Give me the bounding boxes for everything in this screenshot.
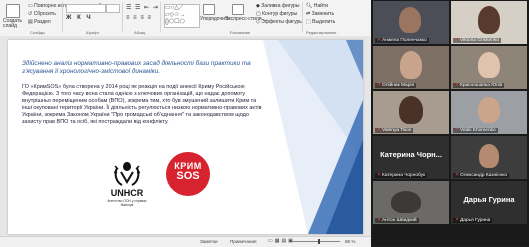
- new-slide-icon[interactable]: [6, 4, 20, 18]
- section-button[interactable]: ▤ Раздел: [28, 19, 51, 25]
- font-style-buttons[interactable]: Ж К Ч: [66, 15, 93, 21]
- participant-video: [399, 7, 421, 33]
- participant-name: ✕Vitalii Khomenko: [453, 128, 498, 133]
- arrange-icon[interactable]: [203, 4, 215, 15]
- ribbon-divider: [122, 2, 123, 32]
- participant-video: [391, 191, 421, 213]
- ribbon-divider: [160, 2, 161, 32]
- participant-tile[interactable]: ✕Valeriya Tsion: [373, 91, 449, 134]
- participant-tile[interactable]: ✕Анжела Поленчакко: [373, 1, 449, 44]
- status-bar: Заметки Примечания ▭▦▤▣ 86 %: [0, 236, 371, 247]
- participant-tile[interactable]: ✕Vitalii Khomenko: [451, 91, 527, 134]
- mic-muted-icon: ✕: [377, 83, 382, 88]
- zoom-slider-thumb[interactable]: [318, 239, 320, 244]
- unhcr-wordmark: UNHCR: [110, 188, 144, 198]
- shape-effects-button[interactable]: ◇ Эффекты фигуры: [256, 19, 303, 25]
- new-slide-button[interactable]: Создать слайд: [3, 19, 25, 29]
- ribbon-divider: [62, 2, 63, 32]
- participant-tile[interactable]: ✕Олександр Казнієнко: [451, 136, 527, 179]
- participant-name: ✕Дарья Гурина: [453, 218, 493, 223]
- shape-fill-button[interactable]: ◆ Заливка фигуры: [256, 3, 299, 9]
- participant-name: ✕Антон Швидкий: [375, 218, 419, 223]
- ribbon-divider: [302, 2, 303, 32]
- participant-name: ✕Олійник Марія: [375, 83, 417, 88]
- list-buttons[interactable]: ☰ ☰ ⇤ ⇥: [126, 4, 159, 11]
- font-name-box[interactable]: [66, 4, 106, 13]
- slide-body-text[interactable]: ГО «КримSOS» була створена у 2014 році я…: [22, 84, 264, 125]
- shapes-gallery[interactable]: ▭○△⟋ ▱◇☆→ {}⬡☐⬠: [164, 4, 200, 28]
- powerpoint-window: Создать слайд ▭ Повторно использовать сл…: [0, 0, 371, 247]
- participant-name: ✕Красношапка Юлія: [453, 83, 505, 88]
- unhcr-logo: UNHCR Агентство ООН у справах біженців: [104, 158, 150, 216]
- replace-button[interactable]: ⇄ Заменить: [306, 11, 334, 17]
- participant-video: [478, 97, 500, 123]
- unhcr-subtitle: Агентство ООН у справах біженців: [107, 199, 147, 207]
- slide-canvas: Здійснено аналіз нормативно-правових зас…: [0, 36, 371, 236]
- mic-muted-icon: ✕: [455, 128, 460, 133]
- participant-name: ✕Viktoria Griskenko: [453, 38, 501, 43]
- participant-video: [400, 51, 422, 79]
- participant-name: ✕Анжела Поленчакко: [375, 38, 429, 43]
- participant-video: [399, 96, 423, 124]
- group-label-paragraph: Абзац: [134, 30, 146, 35]
- mic-muted-icon: ✕: [455, 218, 460, 223]
- participant-video: [478, 6, 500, 34]
- video-gallery: ✕Анжела Поленчакко ✕Viktoria Griskenko ✕…: [371, 0, 529, 246]
- participant-tile[interactable]: ✕Олійник Марія: [373, 46, 449, 89]
- align-buttons[interactable]: ≡ ≡ ≡ ≡: [126, 15, 152, 21]
- participant-name: ✕Катерина Чорнобук: [375, 173, 428, 178]
- participant-tile[interactable]: ✕Антон Швидкий: [373, 181, 449, 224]
- unhcr-emblem-icon: [113, 162, 141, 186]
- select-button[interactable]: ⬚ Выделить: [306, 19, 335, 25]
- participant-display-name: Дарья Гурина: [463, 195, 515, 204]
- mic-muted-icon: ✕: [455, 83, 460, 88]
- participant-tile[interactable]: Катерина Чорн... ✕Катерина Чорнобук: [373, 136, 449, 179]
- mic-muted-icon: ✕: [377, 128, 382, 133]
- zoom-level[interactable]: 86 %: [345, 239, 355, 244]
- mic-muted-icon: ✕: [455, 173, 460, 178]
- participant-display-name: Катерина Чорн...: [380, 150, 442, 159]
- group-label-font: Шрифт: [86, 30, 100, 35]
- shape-outline-button[interactable]: ▢ Контур фигуры: [256, 11, 297, 17]
- reset-button[interactable]: ↺ Сбросить: [28, 11, 56, 17]
- krymsos-logo-bottom: SOS: [176, 170, 200, 182]
- krymsos-logo: КРИМ SOS: [166, 152, 210, 196]
- slide[interactable]: Здійснено аналіз нормативно-правових зас…: [8, 40, 363, 234]
- font-size-box[interactable]: [106, 4, 120, 13]
- notes-button[interactable]: Заметки: [200, 239, 218, 244]
- group-label-slides: Слайды: [30, 30, 45, 35]
- quick-styles-icon[interactable]: [232, 4, 244, 15]
- view-buttons[interactable]: ▭▦▤▣: [268, 238, 295, 244]
- zoom-slider[interactable]: [292, 241, 340, 242]
- participant-tile[interactable]: Дарья Гурина ✕Дарья Гурина: [451, 181, 527, 224]
- participant-tile[interactable]: ✕Красношапка Юлія: [451, 46, 527, 89]
- slide-heading[interactable]: Здійснено аналіз нормативно-правових зас…: [22, 60, 272, 75]
- participant-tile[interactable]: ✕Viktoria Griskenko: [451, 1, 527, 44]
- comments-button[interactable]: Примечания: [230, 239, 257, 244]
- participant-video: [479, 144, 499, 168]
- mic-muted-icon: ✕: [377, 218, 382, 223]
- participant-name: ✕Valeriya Tsion: [375, 128, 414, 133]
- mic-muted-icon: ✕: [377, 38, 382, 43]
- participant-name: ✕Олександр Казнієнко: [453, 173, 510, 178]
- gallery-footer: [371, 226, 529, 246]
- find-button[interactable]: 🔍︎ Найти: [306, 3, 328, 9]
- mic-muted-icon: ✕: [455, 38, 460, 43]
- ribbon: Создать слайд ▭ Повторно использовать сл…: [0, 0, 371, 37]
- mic-muted-icon: ✕: [377, 173, 382, 178]
- group-label-editing: Редактирование: [306, 30, 337, 35]
- group-label-drawing: Рисование: [230, 30, 251, 35]
- participant-video: [478, 52, 500, 78]
